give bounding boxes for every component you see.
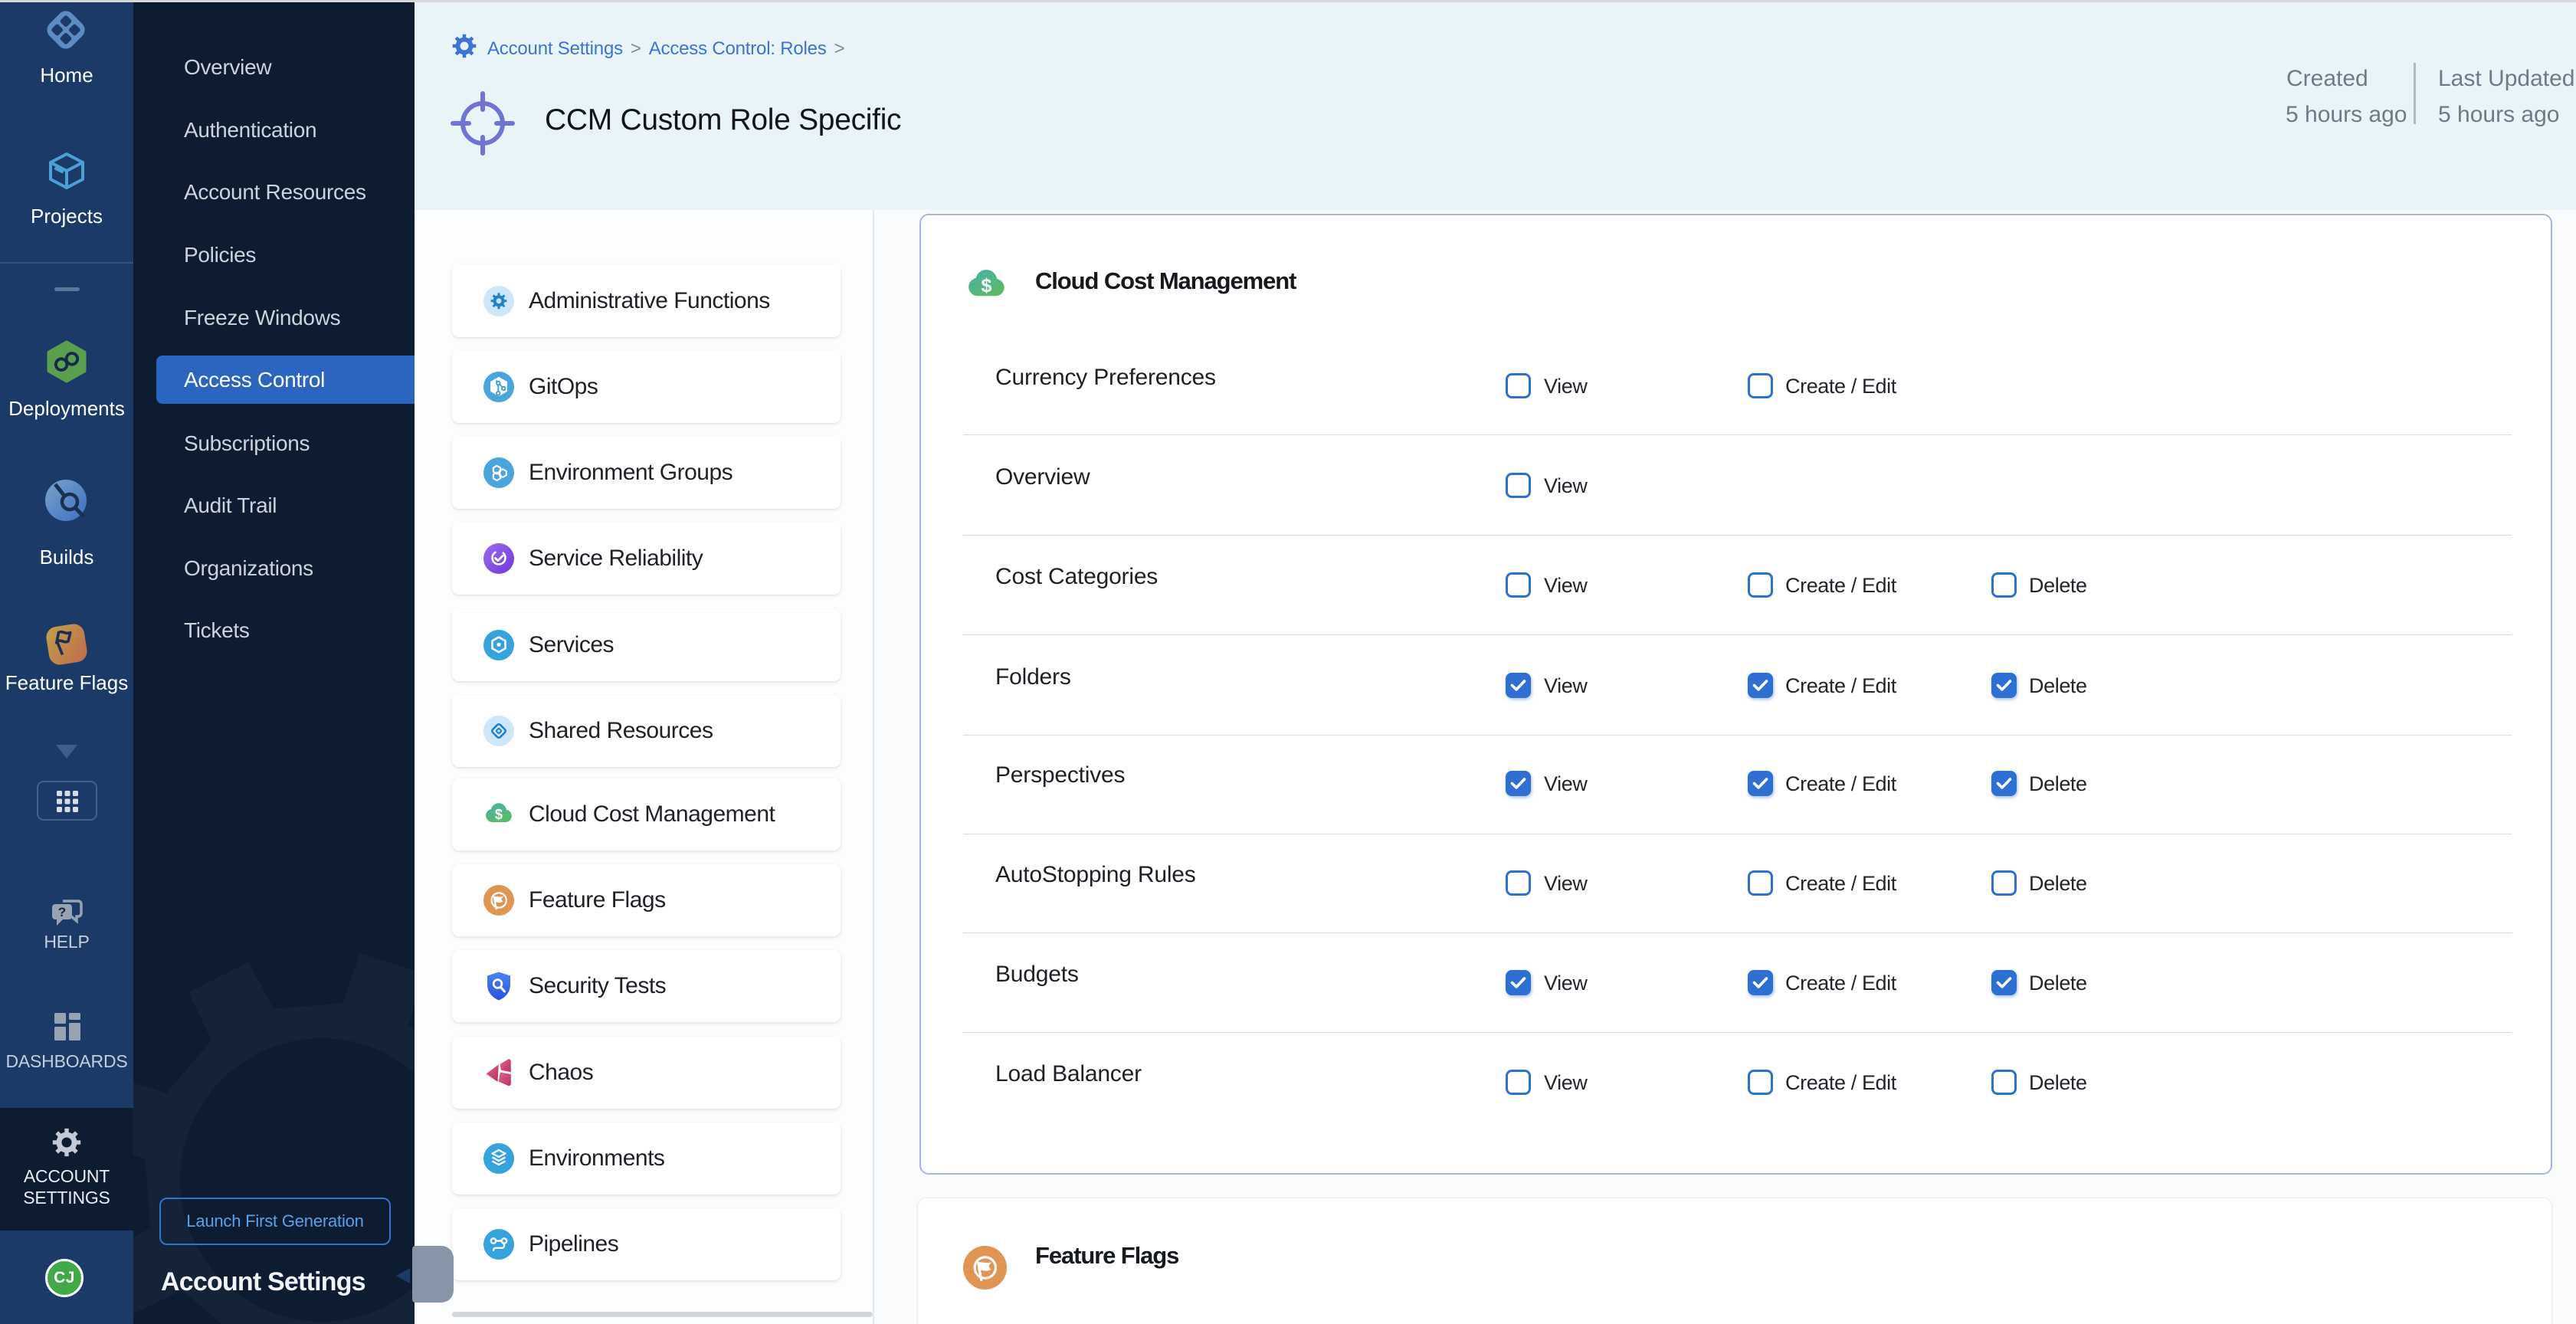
svg-text:?: ? <box>58 905 66 919</box>
svg-text:$: $ <box>982 275 992 297</box>
svg-text:$: $ <box>495 806 503 822</box>
